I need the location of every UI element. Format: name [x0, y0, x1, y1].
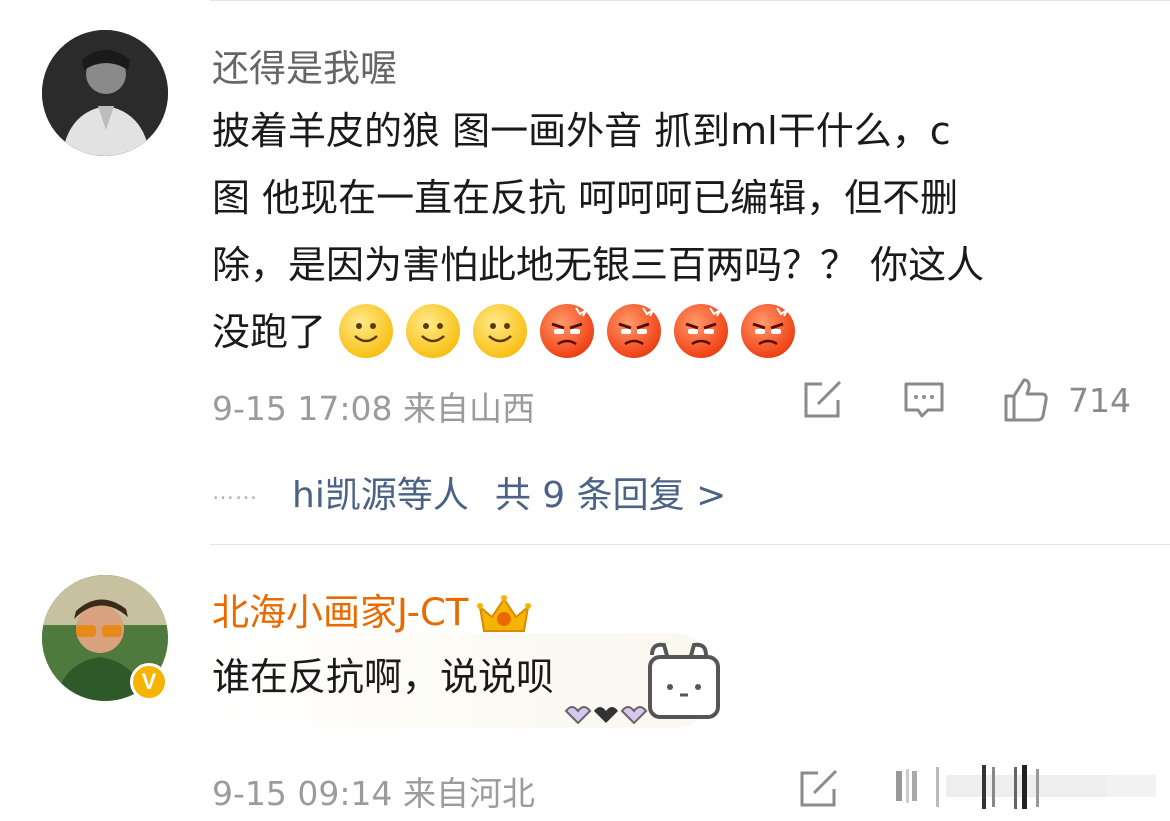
like-count: 714 [1068, 380, 1131, 420]
comment-bubble-icon [904, 382, 944, 418]
comment-item: V 北海小画家J-CT 谁在反抗啊，说说呗 9-15 09:14 来自河北 [0, 545, 1170, 821]
view-replies-link[interactable]: 共 9 条回复 > [495, 466, 726, 518]
verified-badge-icon: V [130, 663, 168, 701]
comment-location: 来自河北 [403, 774, 535, 813]
comment-item: 还得是我喔 披着羊皮的狼 图一画外音 抓到ml干什么，c 图 他现在一直在反抗 … [0, 0, 1170, 544]
crown-icon [477, 594, 532, 632]
comment-username[interactable]: 还得是我喔 [212, 38, 397, 92]
angry-emoji-icon [741, 303, 796, 358]
smile-emoji-icon [406, 303, 461, 358]
avatar[interactable] [42, 30, 168, 156]
reply-summary[interactable]: …… hi凯源等人 共 9 条回复 > [212, 466, 726, 518]
smile-emoji-icon [473, 303, 528, 358]
comment-username[interactable]: 北海小画家J-CT [212, 582, 532, 637]
comment-location: 来自山西 [403, 389, 535, 428]
angry-emoji-icon [607, 303, 662, 358]
comment-text-line: 披着羊皮的狼 图一画外音 抓到ml干什么，c [212, 109, 951, 153]
reply-users-link[interactable]: hi凯源等人 [292, 466, 469, 518]
comment-date: 9-15 09:14 [212, 774, 393, 813]
barcode-placeholder-icon [896, 765, 1156, 809]
comment-date: 9-15 17:08 [212, 389, 393, 428]
share-button[interactable] [800, 378, 844, 422]
comment-meta: 9-15 17:08 来自山西 [212, 382, 535, 430]
comment-text-line-end: 没跑了 [212, 310, 327, 354]
ellipsis: …… [212, 479, 258, 505]
reply-button[interactable] [902, 378, 946, 422]
comment-username-text: 北海小画家J-CT [212, 591, 469, 634]
comment-meta: 9-15 09:14 来自河北 [212, 767, 535, 815]
bunny-sticker-icon [564, 642, 720, 725]
angry-emoji-icon [540, 303, 595, 358]
smile-emoji-icon [339, 303, 394, 358]
comment-text-line: 没跑了 [212, 299, 1112, 366]
edit-share-icon [804, 380, 842, 418]
blurred-actions [896, 765, 1156, 811]
comment-text-line: 除，是因为害怕此地无银三百两吗？？ 你这人 [212, 243, 985, 287]
thumbs-up-icon [1004, 378, 1048, 422]
comment-text-line: 图 他现在一直在反抗 呵呵呵已编辑，但不删 [212, 176, 959, 220]
angry-emoji-icon [674, 303, 729, 358]
comment-text: 披着羊皮的狼 图一画外音 抓到ml干什么，c 图 他现在一直在反抗 呵呵呵已编辑… [212, 98, 1112, 366]
edit-share-icon [800, 769, 838, 807]
share-button[interactable] [796, 767, 840, 811]
like-button[interactable]: 714 [1002, 376, 1131, 424]
